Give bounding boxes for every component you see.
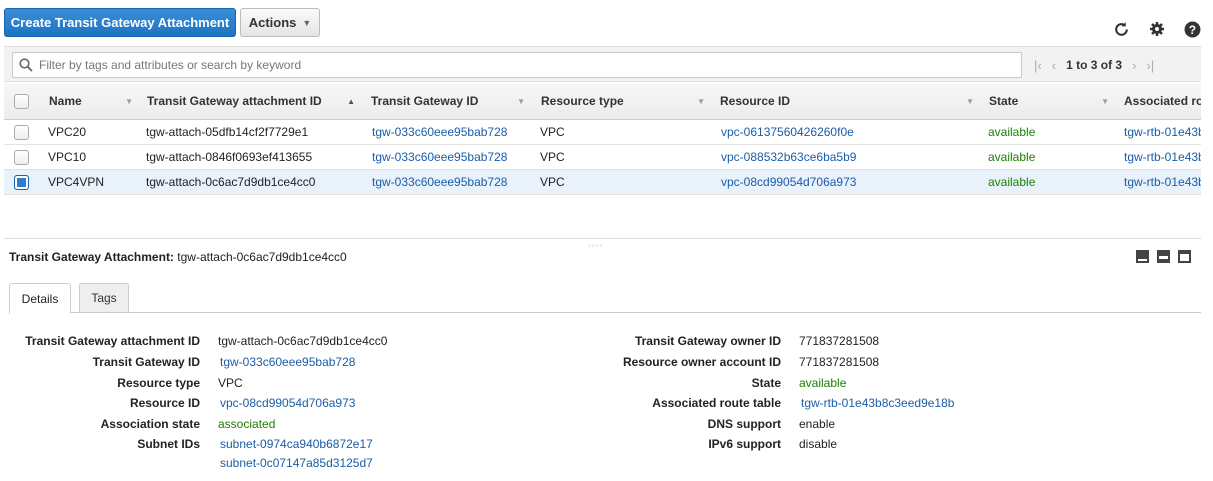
help-icon[interactable]: ? xyxy=(1183,20,1201,38)
label-dns-support: DNS support xyxy=(707,417,781,431)
table-row[interactable]: VPC10 tgw-attach-0846f0693ef413655 tgw-0… xyxy=(4,145,1201,170)
cell-resource-type: VPC xyxy=(540,125,565,139)
actions-label: Actions xyxy=(248,15,297,30)
search-input[interactable]: Filter by tags and attributes or search … xyxy=(12,52,1022,78)
label-resource-owner-id: Resource owner account ID xyxy=(622,355,781,369)
cell-name: VPC4VPN xyxy=(48,175,105,189)
cell-state: available xyxy=(988,125,1036,139)
cell-name: VPC10 xyxy=(48,150,87,164)
sort-icon: ▼ xyxy=(966,96,974,106)
cell-attachment-id: tgw-attach-0c6ac7d9db1ce4cc0 xyxy=(146,175,316,189)
cell-resource-id-link[interactable]: vpc-08cd99054d706a973 xyxy=(721,175,856,189)
value-owner-id: 771837281508 xyxy=(799,334,880,348)
column-header-resource-id[interactable]: Resource ID ▼ xyxy=(720,94,980,108)
last-page-icon[interactable]: ›| xyxy=(1146,58,1154,73)
chevron-down-icon: ▼ xyxy=(302,17,312,28)
detail-title: Transit Gateway Attachment: tgw-attach-0… xyxy=(9,250,347,264)
tab-tags[interactable]: Tags xyxy=(79,283,129,313)
label-resource-id: Resource ID xyxy=(129,396,200,410)
value-tgw-id-link[interactable]: tgw-033c60eee95bab728 xyxy=(220,355,355,369)
value-association-state: associated xyxy=(218,417,276,431)
sort-icon: ▲ xyxy=(347,96,355,106)
value-route-table-link[interactable]: tgw-rtb-01e43b8c3eed9e18b xyxy=(801,396,954,410)
cell-route-table-link[interactable]: tgw-rtb-01e43b xyxy=(1124,125,1201,139)
prev-page-icon[interactable]: ‹ xyxy=(1052,58,1056,73)
label-subnet-ids: Subnet IDs xyxy=(137,437,200,451)
value-ipv6-support: disable xyxy=(799,437,838,451)
label-association-state: Association state xyxy=(100,417,200,431)
column-header-resource-type[interactable]: Resource type ▼ xyxy=(541,94,711,108)
search-placeholder: Filter by tags and attributes or search … xyxy=(39,58,302,72)
filter-bar: Filter by tags and attributes or search … xyxy=(4,46,1201,82)
cell-tgw-id-link[interactable]: tgw-033c60eee95bab728 xyxy=(372,125,507,139)
detail-title-label: Transit Gateway Attachment: xyxy=(9,250,174,264)
value-dns-support: enable xyxy=(799,417,836,431)
actions-button[interactable]: Actions ▼ xyxy=(240,8,320,37)
cell-state: available xyxy=(988,150,1036,164)
label-owner-id: Transit Gateway owner ID xyxy=(634,334,781,348)
minimize-pane-icon[interactable] xyxy=(1178,250,1191,263)
next-page-icon[interactable]: › xyxy=(1132,58,1136,73)
sort-icon: ▼ xyxy=(697,96,705,106)
label-associated-route-table: Associated route table xyxy=(652,396,781,410)
gear-icon[interactable] xyxy=(1148,20,1166,38)
tab-details[interactable]: Details xyxy=(9,283,71,314)
label-tgw-id: Transit Gateway ID xyxy=(92,355,200,369)
table-row[interactable]: VPC20 tgw-attach-05dfb14cf2f7729e1 tgw-0… xyxy=(4,120,1201,145)
search-icon xyxy=(19,58,33,72)
first-page-icon[interactable]: |‹ xyxy=(1034,58,1042,73)
cell-name: VPC20 xyxy=(48,125,87,139)
create-transit-gateway-attachment-button[interactable]: Create Transit Gateway Attachment xyxy=(4,8,236,37)
label-ipv6-support: IPv6 support xyxy=(708,437,781,451)
cell-tgw-id-link[interactable]: tgw-033c60eee95bab728 xyxy=(372,150,507,164)
cell-attachment-id: tgw-attach-05dfb14cf2f7729e1 xyxy=(146,125,309,139)
cell-route-table-link[interactable]: tgw-rtb-01e43b xyxy=(1124,175,1201,189)
value-resource-owner-id: 771837281508 xyxy=(799,355,880,369)
sort-icon: ▼ xyxy=(1101,96,1109,106)
split-pane-icon[interactable] xyxy=(1157,250,1170,263)
row-checkbox[interactable] xyxy=(14,125,29,140)
table-header: Name ▼ Transit Gateway attachment ID ▲ Tra… xyxy=(4,83,1201,120)
value-resource-id-link[interactable]: vpc-08cd99054d706a973 xyxy=(220,396,355,410)
value-state: available xyxy=(799,376,847,390)
select-all-checkbox[interactable] xyxy=(14,94,29,109)
cell-route-table-link[interactable]: tgw-rtb-01e43b xyxy=(1124,150,1201,164)
value-subnet-link[interactable]: subnet-0c07147a85d3125d7 xyxy=(220,456,373,470)
table-row[interactable]: VPC4VPN tgw-attach-0c6ac7d9db1ce4cc0 tgw… xyxy=(4,170,1201,195)
label-resource-type: Resource type xyxy=(117,376,200,390)
svg-text:?: ? xyxy=(1188,23,1195,36)
cell-resource-type: VPC xyxy=(540,150,565,164)
label-attachment-id: Transit Gateway attachment ID xyxy=(25,334,200,348)
label-state: State xyxy=(751,376,781,390)
refresh-icon[interactable] xyxy=(1112,20,1130,38)
cell-state: available xyxy=(988,175,1036,189)
value-subnet-link[interactable]: subnet-0974ca940b6872e17 xyxy=(220,437,373,451)
detail-tabs: Details Tags xyxy=(9,283,1201,314)
cell-tgw-id-link[interactable]: tgw-033c60eee95bab728 xyxy=(372,175,507,189)
column-header-associated-route-table[interactable]: Associated ro xyxy=(1124,94,1201,108)
cell-attachment-id: tgw-attach-0846f0693ef413655 xyxy=(146,150,313,164)
maximize-pane-icon[interactable] xyxy=(1136,250,1149,263)
value-resource-type: VPC xyxy=(218,376,243,390)
column-header-name[interactable]: Name ▼ xyxy=(49,94,139,108)
detail-title-value: tgw-attach-0c6ac7d9db1ce4cc0 xyxy=(177,250,347,264)
sort-icon: ▼ xyxy=(517,96,525,106)
column-header-attachment-id[interactable]: Transit Gateway attachment ID ▲ xyxy=(147,94,361,108)
cell-resource-id-link[interactable]: vpc-088532b63ce6ba5b9 xyxy=(721,150,856,164)
cell-resource-id-link[interactable]: vpc-06137560426260f0e xyxy=(721,125,854,139)
pane-splitter[interactable] xyxy=(4,238,1201,239)
row-checkbox[interactable] xyxy=(14,175,29,190)
pager-text: 1 to 3 of 3 xyxy=(1066,58,1123,72)
attachments-table: Name ▼ Transit Gateway attachment ID ▲ Tra… xyxy=(4,83,1201,195)
value-attachment-id: tgw-attach-0c6ac7d9db1ce4cc0 xyxy=(218,334,388,348)
drag-handle-icon[interactable]: ◦◦◦◦ xyxy=(588,241,603,250)
column-header-tgw-id[interactable]: Transit Gateway ID ▼ xyxy=(371,94,531,108)
sort-icon: ▼ xyxy=(125,96,133,106)
pane-view-controls xyxy=(1136,250,1191,263)
cell-resource-type: VPC xyxy=(540,175,565,189)
row-checkbox[interactable] xyxy=(14,150,29,165)
pagination: |‹ ‹ 1 to 3 of 3 › ›| xyxy=(1034,52,1154,78)
column-header-state[interactable]: State ▼ xyxy=(989,94,1115,108)
